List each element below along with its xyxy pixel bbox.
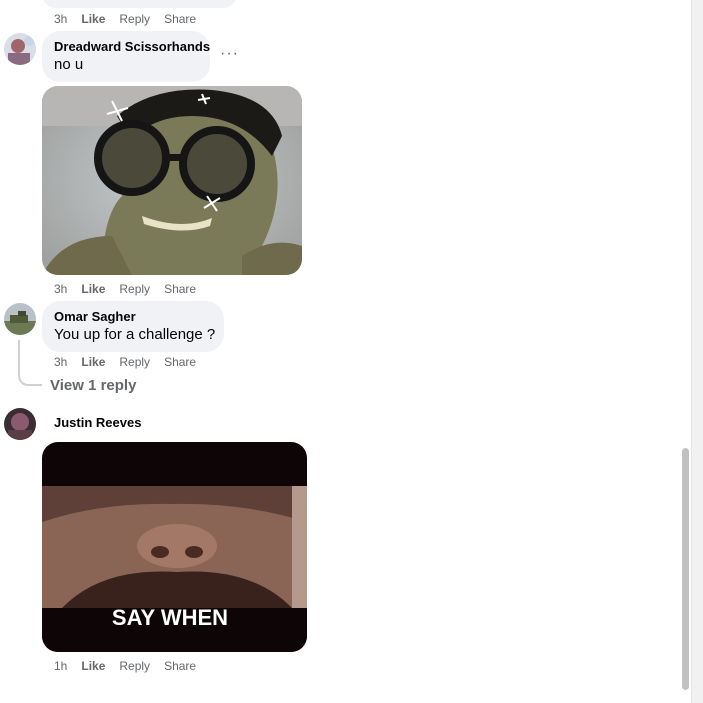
comment-bubble: Dreadward Scissorhands no u	[42, 31, 210, 82]
comment-bubble: Omar Sagher You up for a challenge ?	[42, 301, 224, 352]
avatar[interactable]	[4, 303, 36, 335]
gif-image: SAY WHEN	[42, 442, 307, 652]
avatar-image	[4, 408, 36, 440]
gif-caption: SAY WHEN	[112, 605, 228, 630]
comment-time[interactable]: 3h	[54, 12, 67, 26]
comment-author[interactable]: Dreadward Scissorhands	[54, 39, 210, 55]
comment-feed: 3h Like Reply Share Dreadward Scissorhands …	[0, 0, 692, 703]
avatar-image	[4, 303, 36, 335]
comment-image[interactable]	[42, 86, 302, 275]
comment-actions: 1h Like Reply Share	[54, 659, 210, 673]
comment-time[interactable]: 1h	[54, 659, 67, 673]
comment-time[interactable]: 3h	[54, 355, 67, 369]
comment-time[interactable]: 3h	[54, 282, 67, 296]
avatar[interactable]	[4, 33, 36, 65]
reply-button[interactable]: Reply	[119, 355, 150, 369]
page-scrollbar-track[interactable]	[691, 0, 703, 703]
avatar[interactable]	[4, 408, 36, 440]
comment-text: no u	[54, 56, 84, 73]
meme-image	[42, 86, 302, 275]
reply-button[interactable]: Reply	[119, 659, 150, 673]
view-replies-link[interactable]: View 1 reply	[50, 377, 136, 394]
scrollbar-thumb[interactable]	[682, 448, 689, 690]
comment-actions: 3h Like Reply Share	[54, 282, 210, 296]
share-button[interactable]: Share	[164, 355, 196, 369]
comment-author[interactable]: Justin Reeves	[54, 415, 141, 430]
like-button[interactable]: Like	[81, 282, 105, 296]
share-button[interactable]: Share	[164, 12, 196, 26]
comment-actions: 3h Like Reply Share	[54, 355, 210, 369]
partial-comment-bubble	[42, 0, 237, 8]
like-button[interactable]: Like	[81, 355, 105, 369]
comment-actions: 3h Like Reply Share	[54, 12, 210, 26]
more-options-icon[interactable]: ···	[220, 45, 239, 63]
like-button[interactable]: Like	[81, 659, 105, 673]
reply-button[interactable]: Reply	[119, 12, 150, 26]
reply-button[interactable]: Reply	[119, 282, 150, 296]
share-button[interactable]: Share	[164, 282, 196, 296]
comment-author[interactable]: Omar Sagher	[54, 309, 212, 325]
like-button[interactable]: Like	[81, 12, 105, 26]
comment-gif[interactable]: SAY WHEN	[42, 442, 307, 652]
share-button[interactable]: Share	[164, 659, 196, 673]
comment-text: You up for a challenge ?	[54, 326, 216, 343]
reply-thread-line	[18, 340, 42, 386]
avatar-image	[4, 33, 36, 65]
